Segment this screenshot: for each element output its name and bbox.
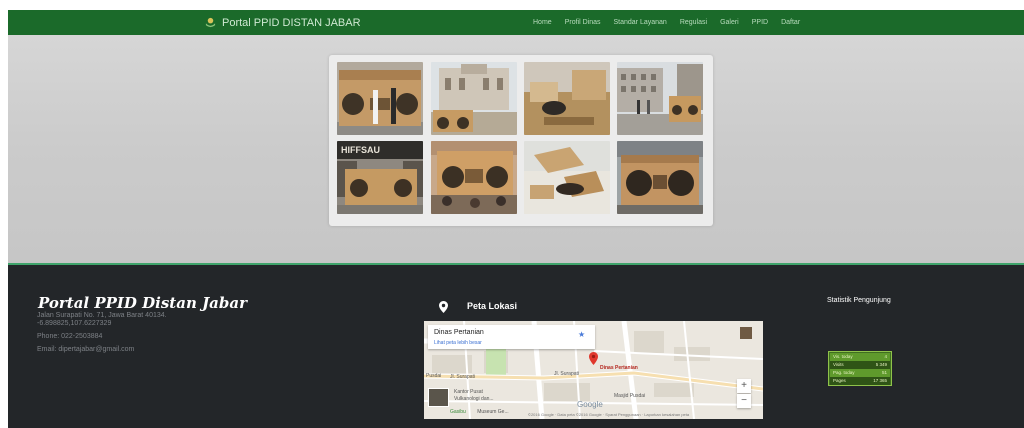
gallery-photo-6[interactable] — [431, 141, 517, 214]
stats-label: Vis. today — [833, 354, 853, 359]
map-street-label: Jl. Surapati — [450, 374, 476, 380]
coordinates-line: -6.898825,107.6227329 — [37, 320, 112, 327]
photo-gallery: HIFFSAU — [329, 55, 713, 226]
nav-item-regulasi[interactable]: Regulasi — [680, 19, 707, 26]
stats-value: 51 — [881, 370, 887, 375]
map-street-label: Jl. Surapati — [554, 371, 580, 377]
gallery-photo-8[interactable] — [617, 141, 703, 214]
poi-label: Masjid Pusdai — [614, 393, 646, 399]
map-account-avatar[interactable] — [740, 327, 752, 339]
poi-label: Kantor Pusat — [454, 389, 483, 395]
map-street-label: Pusdai — [426, 373, 442, 379]
map-heading: Peta Lokasi — [467, 301, 518, 311]
street-view-thumbnail[interactable] — [428, 388, 449, 407]
stats-row: Visits 5 349 — [830, 361, 890, 369]
main-menu: Home Profil Dinas Standar Layanan Regula… — [533, 10, 813, 35]
star-icon[interactable]: ★ — [578, 330, 585, 339]
stats-row: Pag. today 51 — [830, 369, 890, 377]
location-map[interactable]: Dinas Pertanian Lihat peta lebih besar ★… — [424, 321, 763, 419]
nav-item-standar-layanan[interactable]: Standar Layanan — [613, 19, 666, 26]
top-navbar: Portal PPID DISTAN JABAR Home Profil Din… — [8, 10, 1024, 35]
nav-item-home[interactable]: Home — [533, 19, 552, 26]
gallery-photo-5[interactable]: HIFFSAU — [337, 141, 423, 214]
stats-label: Pag. today — [833, 370, 855, 375]
nav-item-galeri[interactable]: Galeri — [720, 19, 739, 26]
stats-row: Vis. today 4 — [830, 353, 890, 361]
map-card-title: Dinas Pertanian — [434, 329, 484, 336]
larger-map-link[interactable]: Lihat peta lebih besar — [434, 340, 482, 346]
hero-section: HIFFSAU — [8, 35, 1024, 263]
stats-value: 5 349 — [875, 362, 887, 367]
gallery-photo-4[interactable] — [617, 62, 703, 135]
poi-label: Gasibu — [450, 409, 466, 415]
footer-phone: Phone: 022-2503884 — [37, 333, 103, 340]
stats-row: Pages 17 365 — [830, 377, 890, 385]
visitor-stats-heading: Statistik Pengunjung — [827, 297, 891, 304]
site-footer: Portal PPID Distan Jabar Jalan Surapati … — [8, 265, 1024, 428]
footer-email: Email: dipertajabar@gmail.com — [37, 346, 135, 353]
gallery-photo-7[interactable] — [524, 141, 610, 214]
leaf-logo-icon — [205, 17, 216, 28]
nav-item-ppid[interactable]: PPID — [752, 19, 768, 26]
map-attribution: ©2016 Google · Data peta ©2016 Google · … — [528, 412, 690, 417]
location-marker-icon[interactable] — [589, 352, 598, 365]
map-pin-icon — [439, 301, 448, 313]
footer-address: Jalan Surapati No. 71, Jawa Barat 40134.… — [37, 312, 167, 328]
zoom-in-button[interactable]: + — [737, 379, 751, 393]
poi-label: Museum Ge... — [477, 409, 509, 415]
stats-value: 4 — [884, 354, 887, 359]
zoom-out-button[interactable]: − — [737, 394, 751, 408]
brand-link[interactable]: Portal PPID DISTAN JABAR — [205, 10, 361, 35]
stats-label: Pages — [833, 378, 846, 383]
google-logo: Google — [577, 400, 603, 409]
poi-label: Vulkanologi dan... — [454, 396, 494, 402]
nav-item-profil-dinas[interactable]: Profil Dinas — [565, 19, 601, 26]
marker-label: Dinas Pertanian — [600, 365, 638, 371]
brand-title: Portal PPID DISTAN JABAR — [222, 16, 361, 29]
gallery-photo-3[interactable] — [524, 62, 610, 135]
address-line: Jalan Surapati No. 71, Jawa Barat 40134. — [37, 312, 167, 319]
map-info-card: Dinas Pertanian Lihat peta lebih besar ★ — [428, 325, 595, 349]
stats-value: 17 365 — [873, 378, 887, 383]
map-bottom-labels: Gasibu Museum Ge... — [450, 409, 509, 415]
nav-item-daftar[interactable]: Daftar — [781, 19, 800, 26]
footer-site-title: Portal PPID Distan Jabar — [38, 294, 248, 312]
svg-text:HIFFSAU: HIFFSAU — [341, 145, 380, 155]
gallery-photo-2[interactable] — [431, 62, 517, 135]
gallery-photo-1[interactable] — [337, 62, 423, 135]
visitor-stats-widget[interactable]: Vis. today 4 Visits 5 349 Pag. today 51 … — [828, 351, 892, 386]
stats-label: Visits — [833, 362, 844, 367]
